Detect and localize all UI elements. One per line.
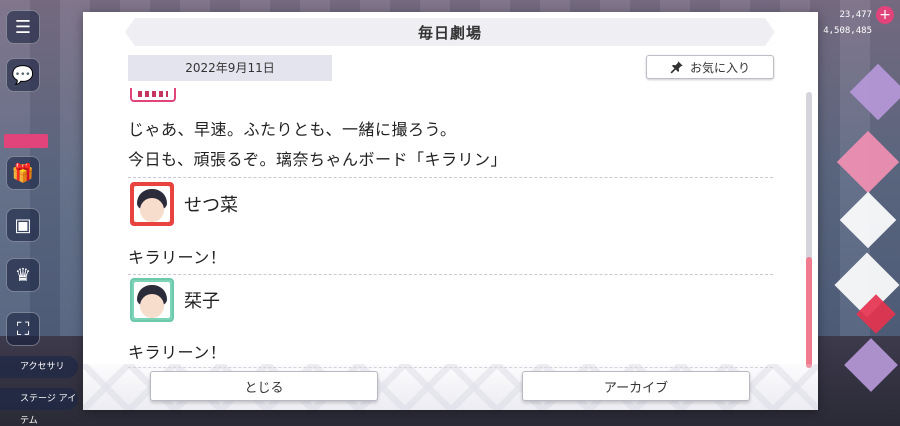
- menu-tile[interactable]: [839, 191, 897, 249]
- dialogue-line: じゃあ、早速。ふたりとも、一緒に撮ろう。: [128, 120, 457, 139]
- menu-tile[interactable]: [849, 63, 900, 121]
- dialog-header: 毎日劇場: [125, 18, 775, 46]
- gift-icon[interactable]: 🎁: [6, 156, 40, 190]
- stage-item-chip[interactable]: ステージ アイテム: [0, 388, 78, 426]
- trophy-icon[interactable]: ♛: [6, 258, 40, 292]
- dialogue-line: キラリーン！: [128, 248, 227, 267]
- date-label: 2022年9月11日: [128, 55, 332, 81]
- speaker-row: 栞子: [130, 278, 220, 322]
- plus-icon[interactable]: +: [876, 6, 894, 24]
- divider: [128, 274, 773, 275]
- stat-value: 23,477: [839, 10, 872, 20]
- setsuna-avatar: [130, 182, 174, 226]
- speaker-row: せつ菜: [130, 182, 238, 226]
- menu-tile[interactable]: [836, 130, 900, 194]
- archive-button[interactable]: アーカイブ: [522, 371, 750, 401]
- photo-icon[interactable]: ▣: [6, 208, 40, 242]
- left-tag: [4, 134, 48, 148]
- scrollbar-track[interactable]: [806, 92, 812, 368]
- daily-theater-dialog: 毎日劇場 2022年9月11日 お気に入り じゃあ、早速。ふたりとも、一緒に撮ろ…: [83, 12, 818, 410]
- stat-value: 4,508,485: [823, 26, 872, 36]
- rina-avatar: [130, 88, 176, 102]
- divider: [128, 177, 773, 178]
- pin-icon: [670, 61, 683, 74]
- favorite-button[interactable]: お気に入り: [646, 55, 774, 79]
- dialog-footer: とじる アーカイブ: [83, 364, 818, 410]
- right-side-panel: 23,477 4,508,485 +: [818, 0, 900, 426]
- shioriko-avatar: [130, 278, 174, 322]
- dialog-title: 毎日劇場: [417, 23, 482, 42]
- scrollbar-thumb[interactable]: [806, 257, 812, 368]
- fullscreen-icon[interactable]: ⛶: [6, 312, 40, 346]
- close-button[interactable]: とじる: [150, 371, 378, 401]
- chat-icon[interactable]: 💬: [6, 58, 40, 92]
- menu-tile[interactable]: [844, 338, 898, 392]
- speaker-name: せつ菜: [184, 195, 238, 216]
- menu-icon[interactable]: ☰: [6, 10, 40, 44]
- dialogue-scroll-area[interactable]: じゃあ、早速。ふたりとも、一緒に撮ろう。 今日も、頑張るぞ。璃奈ちゃんボード「キ…: [128, 88, 773, 370]
- dialogue-line: キラリーン！: [128, 343, 227, 362]
- speaker-name: 栞子: [184, 291, 220, 312]
- left-side-menu: ☰ 💬 🎁 ▣ ♛ ⛶ アクセサリ ステージ アイテム: [0, 0, 78, 426]
- dialogue-line: 今日も、頑張るぞ。璃奈ちゃんボード「キラリン」: [128, 150, 508, 169]
- accessory-chip[interactable]: アクセサリ: [0, 356, 78, 378]
- favorite-label: お気に入り: [689, 60, 750, 75]
